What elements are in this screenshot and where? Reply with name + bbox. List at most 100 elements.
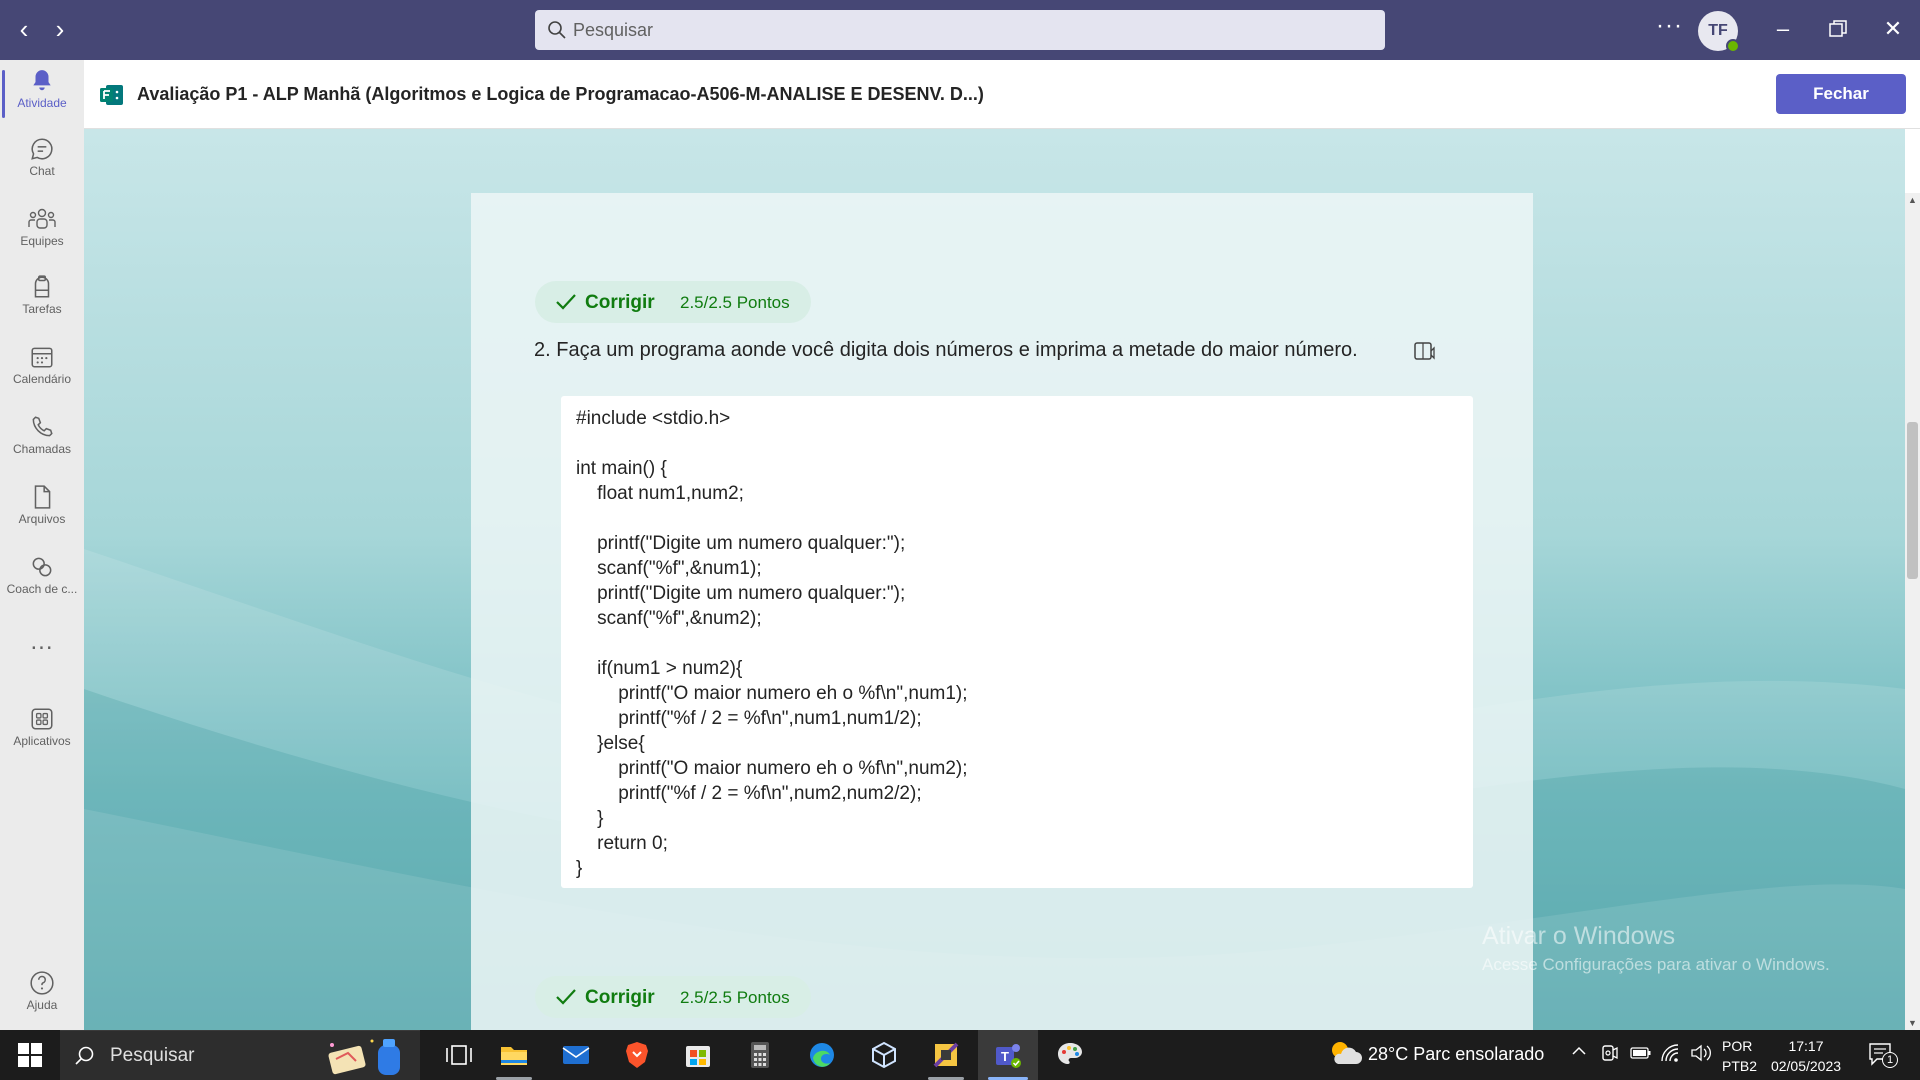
brave-browser-icon [626,1042,648,1068]
rail-label: Atividade [17,96,67,110]
rail-item-coach[interactable]: Coach de c... [0,548,84,612]
phone-icon [32,416,53,437]
forms-icon [100,85,123,105]
forward-arrow-icon[interactable]: › [48,14,72,46]
grade-badge: Corrigir 2.5/2.5 Pontos [535,976,811,1018]
chat-icon [31,138,53,160]
checkmark-icon [556,294,576,310]
immersive-reader-icon[interactable] [1414,341,1438,363]
rail-label: Ajuda [26,998,58,1012]
rail-label: Aplicativos [13,734,71,748]
search-icon [75,1046,94,1065]
notification-center-button[interactable]: 1 [1868,1042,1898,1068]
taskbar-paint[interactable] [1040,1030,1100,1080]
close-window-icon[interactable]: ✕ [1878,14,1908,44]
scroll-up-icon[interactable]: ▲ [1905,193,1920,207]
checkmark-icon [556,989,576,1005]
vertical-scrollbar[interactable]: ▲ ▼ [1905,193,1920,1030]
taskbar-search-label: Pesquisar [110,1045,195,1066]
left-rail: Atividade Chat Equipes Tarefas Calendári… [0,60,84,1030]
rail-item-calls[interactable]: Chamadas [0,408,84,472]
notification-count: 1 [1882,1052,1898,1068]
watermark-title: Ativar o Windows [1482,922,1676,950]
taskbar-winrar[interactable] [916,1030,976,1080]
rail-item-more[interactable]: ... [0,628,84,664]
taskbar-brave[interactable] [607,1030,667,1080]
meet-now-icon[interactable] [1600,1043,1620,1068]
clock-time: 17:17 [1788,1038,1824,1054]
mail-icon [562,1046,590,1064]
show-hidden-icons-icon[interactable] [1570,1042,1588,1065]
folder-icon [501,1047,527,1065]
taskbar-search[interactable]: Pesquisar [60,1030,420,1080]
scroll-down-icon[interactable]: ▼ [1905,1016,1920,1030]
rail-label: Tarefas [22,302,62,316]
search-placeholder: Pesquisar [573,20,654,40]
battery-icon[interactable] [1630,1044,1652,1067]
rail-label: Chamadas [12,442,72,456]
taskbar-edge[interactable] [792,1030,852,1080]
partly-sunny-icon [1332,1042,1362,1064]
grade-label: Corrigir [585,987,655,1008]
rail-label: Arquivos [18,512,66,526]
rail-item-files[interactable]: Arquivos [0,478,84,542]
restore-icon[interactable] [1823,14,1853,44]
svg-text:T: T [1001,1049,1009,1064]
taskbar-teams[interactable]: T [978,1030,1038,1080]
minimize-icon[interactable]: – [1768,14,1798,44]
taskbar-calculator[interactable] [730,1030,790,1080]
calendar-icon [31,347,53,368]
more-options-icon[interactable]: ··· [1656,12,1683,40]
rail-item-chat[interactable]: Chat [0,130,84,194]
archive-app-icon [933,1042,959,1068]
input-language[interactable]: POR PTB2 [1722,1036,1757,1076]
grade-badge: Corrigir 2.5/2.5 Pontos [535,281,811,323]
grade-label: Corrigir [585,292,655,313]
store-icon [686,1046,710,1067]
page-title: Avaliação P1 - ALP Manhã (Algoritmos e L… [137,84,984,104]
taskbar: Pesquisar T 28°C Parc ensolarado POR PTB… [0,1030,1920,1080]
clock[interactable]: 17:17 02/05/2023 [1768,1036,1844,1076]
windows-start-icon[interactable] [18,1043,42,1067]
calculator-icon [751,1042,769,1068]
answer-text-box: #include <stdio.h> int main() { float nu… [561,396,1473,888]
rail-label: Chat [29,164,55,178]
rail-item-calendar[interactable]: Calendário [0,338,84,402]
file-icon [34,485,51,509]
weather-widget[interactable]: 28°C Parc ensolarado [1328,1038,1548,1072]
rail-label: Equipes [20,234,64,248]
presence-status-icon [1726,39,1740,53]
keyboard-layout: PTB2 [1722,1058,1758,1074]
taskbar-store[interactable] [668,1030,728,1080]
avatar[interactable]: TF [1698,11,1740,53]
more-icon: ... [30,628,54,655]
assignments-icon [34,275,50,298]
rail-label: Coach de c... [6,582,78,596]
form-content-area: Corrigir 2.5/2.5 Pontos 2. Faça um progr… [84,129,1905,1030]
volume-icon[interactable] [1690,1043,1712,1068]
title-bar: ‹ › Pesquisar ··· TF – ✕ [0,0,1920,60]
search-input[interactable]: Pesquisar [535,10,1385,50]
watermark-subtitle: Acesse Configurações para ativar o Windo… [1482,955,1830,974]
language-code: POR [1722,1038,1753,1054]
wifi-icon[interactable] [1660,1043,1682,1068]
bell-icon [33,70,51,91]
teams-icon [28,208,56,229]
close-button[interactable]: Fechar [1776,74,1906,114]
task-view-icon [446,1045,472,1065]
scrollbar-thumb[interactable] [1907,422,1918,579]
weather-text: 28°C Parc ensolarado [1368,1044,1545,1064]
rail-item-help[interactable]: Ajuda [0,964,84,1028]
rail-label: Calendário [12,372,72,386]
back-arrow-icon[interactable]: ‹ [12,14,36,46]
rail-item-assignments[interactable]: Tarefas [0,268,84,332]
taskbar-mail[interactable] [546,1030,606,1080]
taskbar-task-view[interactable] [428,1030,488,1080]
question-card: Corrigir 2.5/2.5 Pontos 2. Faça um progr… [471,193,1533,1030]
rail-item-apps[interactable]: Aplicativos [0,700,84,764]
rail-item-activity[interactable]: Atividade [0,62,84,126]
rail-item-teams[interactable]: Equipes [0,200,84,264]
taskbar-file-explorer[interactable] [484,1030,544,1080]
taskbar-virtualbox[interactable] [854,1030,914,1080]
question-text: 2. Faça um programa aonde você digita do… [534,339,1358,361]
